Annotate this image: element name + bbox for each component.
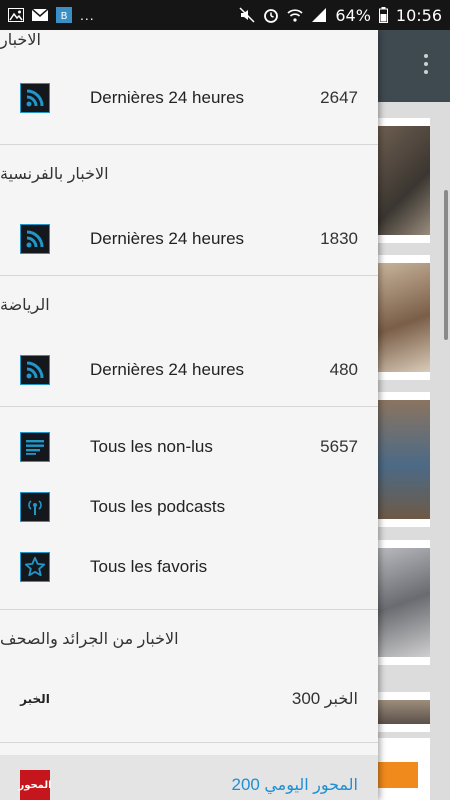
paper-name: الخبر <box>324 691 358 708</box>
feed-item-latest-24h[interactable]: Dernières 24 heures 1830 <box>0 203 378 275</box>
all-favorites-label: Tous les favoris <box>90 557 208 576</box>
unread-count: 5657 <box>320 437 358 456</box>
section-header: الرياضة <box>0 297 50 314</box>
article-thumbnail <box>378 700 430 724</box>
mute-icon <box>239 7 255 23</box>
article-thumbnail <box>378 263 430 372</box>
rss-icon <box>20 224 50 254</box>
paper-item-elkhabar[interactable]: الخبر الخبر 300 <box>0 668 378 730</box>
article-card[interactable] <box>378 255 430 380</box>
unread-count: 480 <box>329 360 358 379</box>
feed-item-latest-24h[interactable]: Dernières 24 heures 2647 <box>0 52 378 144</box>
article-thumbnail <box>378 126 430 235</box>
paper-item-elmihwar[interactable]: المحور المحور اليومي 200 <box>0 755 378 800</box>
app-toolbar <box>378 30 450 102</box>
signal-icon <box>311 7 327 23</box>
article-card[interactable] <box>378 692 430 732</box>
article-card[interactable] <box>378 118 430 243</box>
feed-item-label: Dernières 24 heures <box>90 88 245 107</box>
unread-count: 200 <box>231 775 260 794</box>
article-thumbnail <box>378 400 430 519</box>
all-podcasts-item[interactable]: Tous les podcasts <box>0 477 378 537</box>
image-notification-icon <box>8 8 24 22</box>
overflow-menu-icon[interactable] <box>424 54 428 74</box>
section-header: الاخبار <box>0 32 41 49</box>
navigation-drawer: الاخبار Dernières 24 heures 2647 الاخبار… <box>0 30 378 800</box>
article-card[interactable] <box>378 392 430 527</box>
unread-count: 1830 <box>320 229 358 248</box>
rss-icon <box>20 355 50 385</box>
app-notification-icon: B <box>56 7 72 23</box>
article-card[interactable] <box>378 540 430 665</box>
podcast-icon <box>20 492 50 522</box>
elkhabar-logo: الخبر <box>20 692 50 706</box>
battery-icon <box>378 7 388 23</box>
status-bar: B ... 64% 10:56 <box>0 0 450 30</box>
all-favorites-item[interactable]: Tous les favoris <box>0 537 378 597</box>
unread-count: 2647 <box>320 88 358 107</box>
background-app <box>378 30 450 800</box>
rss-icon <box>20 83 50 113</box>
battery-percentage: 64% <box>335 5 371 25</box>
unread-count: 300 <box>291 689 321 708</box>
more-notifications: ... <box>80 7 95 23</box>
all-podcasts-label: Tous les podcasts <box>90 497 226 516</box>
svg-text:B: B <box>61 11 68 22</box>
ad-banner[interactable] <box>378 738 430 800</box>
feed-item-label: Dernières 24 heures <box>90 229 245 248</box>
star-icon <box>20 552 50 582</box>
paper-name: المحور اليومي <box>264 777 358 794</box>
feed-item-latest-24h[interactable]: Dernières 24 heures 480 <box>0 334 378 406</box>
elmihwar-logo: المحور <box>18 770 52 800</box>
alarm-icon <box>263 7 279 23</box>
clock: 10:56 <box>395 5 442 25</box>
wifi-icon <box>287 8 303 22</box>
section-header: الاخبار من الجرائد والصحف <box>0 631 179 648</box>
feed-item-label: Dernières 24 heures <box>90 360 245 379</box>
article-thumbnail <box>378 548 430 657</box>
mail-notification-icon <box>32 9 48 21</box>
scrollbar-thumb[interactable] <box>444 190 448 340</box>
all-unread-item[interactable]: Tous les non-lus 5657 <box>0 417 378 477</box>
all-unread-label: Tous les non-lus <box>90 437 213 456</box>
section-header: الاخبار بالفرنسية <box>0 166 109 183</box>
list-icon <box>20 432 50 462</box>
